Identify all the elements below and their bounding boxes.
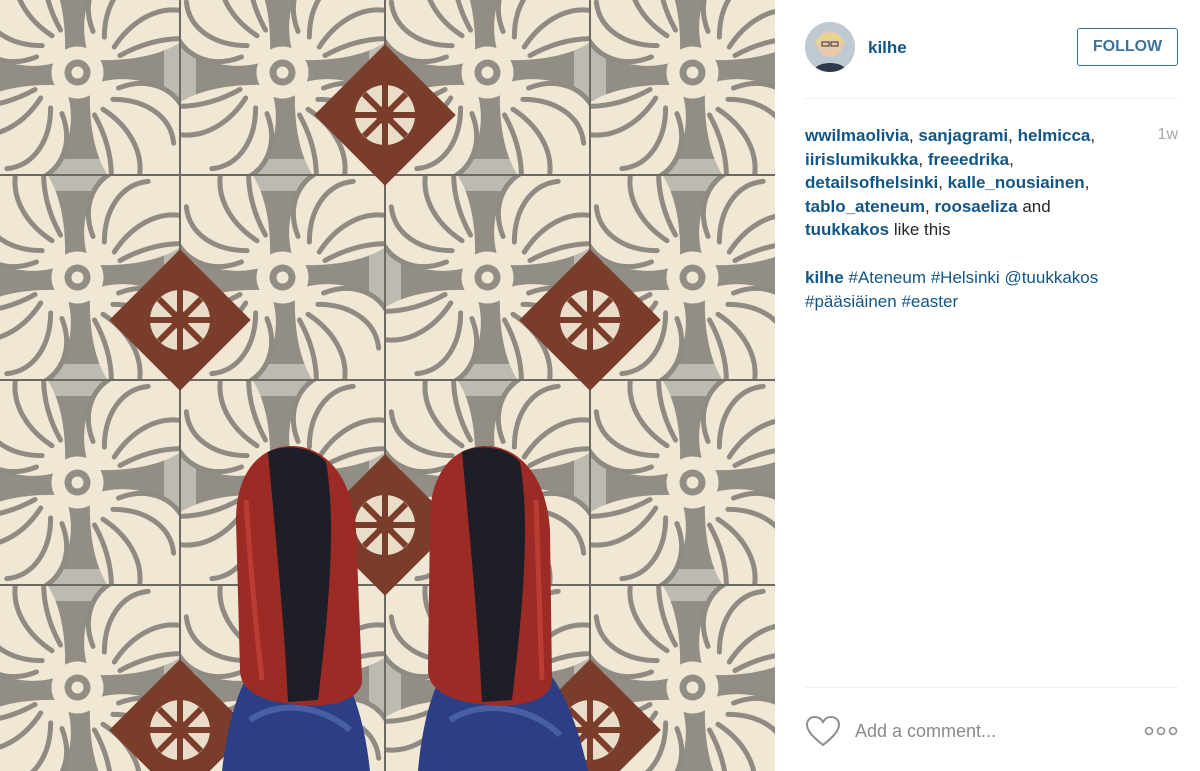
avatar[interactable] — [805, 22, 855, 72]
likes-text: wwilmaolivia, sanjagrami, helmicca, iiri… — [805, 126, 1096, 239]
liker-link[interactable]: sanjagrami — [918, 126, 1008, 145]
hashtag[interactable]: #easter — [901, 292, 958, 311]
divider — [805, 98, 1178, 99]
caption-username[interactable]: kilhe — [805, 268, 844, 287]
heart-icon[interactable] — [805, 715, 841, 747]
divider — [805, 687, 1178, 688]
liker-link[interactable]: kalle_nousiainen — [948, 173, 1085, 192]
tile-floor-image — [0, 0, 775, 771]
follow-button[interactable]: FOLLOW — [1077, 28, 1178, 66]
post-caption: kilhe #Ateneum #Helsinki @tuukkakos #pääs… — [805, 266, 1165, 313]
post-header: kilhe FOLLOW — [805, 22, 1178, 74]
liker-link[interactable]: roosaeliza — [934, 197, 1017, 216]
likes-suffix: like this — [893, 220, 951, 239]
liker-link[interactable]: iirislumikukka — [805, 150, 918, 169]
liker-link[interactable]: wwilmaolivia — [805, 126, 909, 145]
liker-link[interactable]: tablo_ateneum — [805, 197, 925, 216]
post-actions — [805, 710, 1178, 754]
likes-conjunction: and — [1022, 196, 1051, 216]
mention[interactable]: @tuukkakos — [1004, 268, 1098, 287]
avatar-image — [805, 22, 855, 72]
liker-link[interactable]: freeedrika — [928, 150, 1009, 169]
liker-link[interactable]: helmicca — [1018, 126, 1091, 145]
username[interactable]: kilhe — [868, 38, 907, 58]
liker-link[interactable]: tuukkakos — [805, 220, 889, 239]
post-details-panel: kilhe FOLLOW wwilmaolivia, sanjagrami, h… — [775, 0, 1200, 771]
liker-link[interactable]: detailsofhelsinki — [805, 173, 938, 192]
hashtag[interactable]: #Ateneum — [848, 268, 926, 287]
hashtag[interactable]: #Helsinki — [931, 268, 1000, 287]
more-options-icon[interactable] — [1144, 724, 1178, 738]
hashtag[interactable]: #pääsiäinen — [805, 292, 897, 311]
post-timestamp[interactable]: 1w — [1158, 126, 1178, 144]
post-photo[interactable] — [0, 0, 775, 771]
comment-input[interactable] — [855, 716, 1125, 746]
